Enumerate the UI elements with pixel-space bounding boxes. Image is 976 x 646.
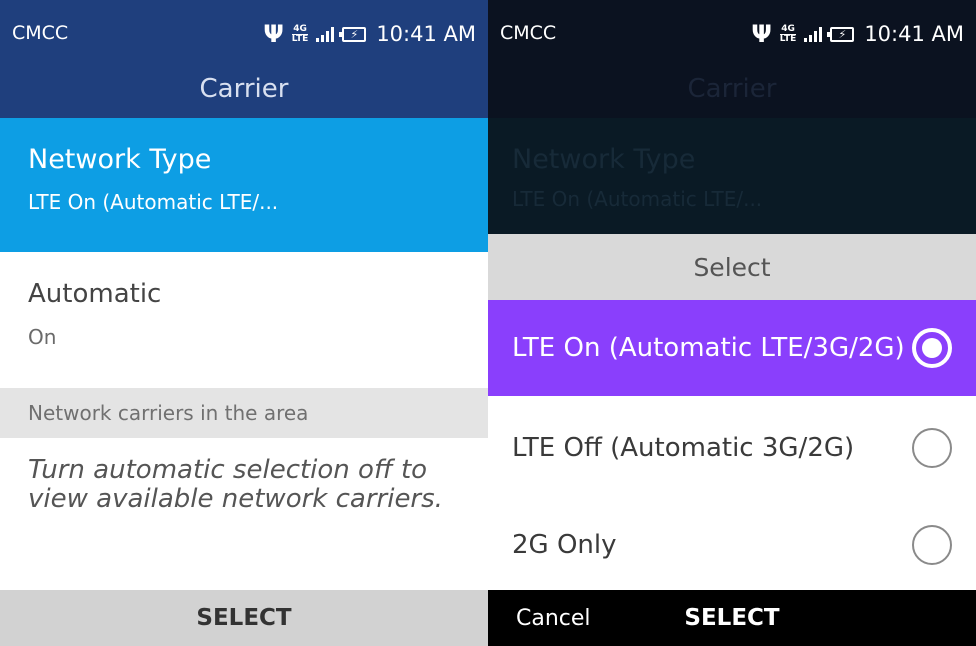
- status-carrier-name: CMCC: [12, 22, 69, 44]
- network-type-item[interactable]: Network Type LTE On (Automatic LTE/...: [0, 118, 488, 252]
- battery-charging-icon: ⚡: [827, 26, 855, 42]
- network-type-value: LTE On (Automatic LTE/...: [512, 187, 763, 211]
- signal-icon: [804, 26, 823, 42]
- status-time: 10:41 AM: [376, 22, 476, 46]
- automatic-selection-item[interactable]: Automatic On: [0, 252, 488, 388]
- status-bar: CMCC Ψ 4G LTE ⚡ 10:41 AM: [488, 0, 976, 72]
- automatic-value: On: [28, 325, 57, 349]
- usb-icon: Ψ: [751, 20, 772, 48]
- radio-unselected-icon[interactable]: [912, 428, 952, 468]
- page-title: Carrier: [687, 74, 777, 104]
- network-type-title: Network Type: [28, 144, 212, 175]
- select-softkey[interactable]: SELECT: [0, 590, 488, 646]
- option-label: LTE Off (Automatic 3G/2G): [512, 433, 855, 463]
- network-type-options: LTE On (Automatic LTE/3G/2G) LTE Off (Au…: [488, 300, 976, 590]
- radio-selected-icon[interactable]: [912, 328, 952, 368]
- page-title: Carrier: [199, 74, 289, 104]
- automatic-title: Automatic: [28, 279, 162, 309]
- status-icons: Ψ 4G LTE ⚡ 10:41 AM: [751, 18, 964, 50]
- dialog-title: Select: [488, 234, 976, 300]
- page-header-dimmed: Carrier: [488, 72, 976, 118]
- network-type-item-dimmed: Network Type LTE On (Automatic LTE/...: [488, 118, 976, 234]
- carrier-settings-screen: CMCC Ψ 4G LTE ⚡ 10:41 AM Carrier Network…: [0, 0, 488, 646]
- option-lte-on[interactable]: LTE On (Automatic LTE/3G/2G): [488, 300, 976, 396]
- network-type-dialog-screen: CMCC Ψ 4G LTE ⚡ 10:41 AM Carrier Network…: [488, 0, 976, 646]
- usb-icon: Ψ: [263, 20, 284, 48]
- page-header: Carrier: [0, 72, 488, 118]
- lte-4g-icon: 4G LTE: [291, 23, 309, 44]
- status-time: 10:41 AM: [864, 22, 964, 46]
- status-carrier-name: CMCC: [500, 22, 557, 44]
- option-lte-off[interactable]: LTE Off (Automatic 3G/2G): [488, 396, 976, 500]
- option-2g-only[interactable]: 2G Only: [488, 500, 976, 590]
- cancel-softkey[interactable]: Cancel: [516, 590, 591, 646]
- network-type-value: LTE On (Automatic LTE/...: [28, 190, 279, 214]
- signal-icon: [316, 26, 335, 42]
- section-header-carriers: Network carriers in the area: [0, 388, 488, 438]
- option-label: 2G Only: [512, 530, 617, 560]
- network-type-title: Network Type: [512, 144, 696, 175]
- softkey-bar: SELECT: [0, 590, 488, 646]
- carriers-info-text: Turn automatic selection off to view ava…: [28, 455, 443, 514]
- battery-charging-icon: ⚡: [339, 26, 367, 42]
- softkey-bar: SELECT Cancel: [488, 590, 976, 646]
- status-bar: CMCC Ψ 4G LTE ⚡ 10:41 AM: [0, 0, 488, 72]
- status-icons: Ψ 4G LTE ⚡ 10:41 AM: [263, 18, 476, 50]
- radio-unselected-icon[interactable]: [912, 525, 952, 565]
- lte-4g-icon: 4G LTE: [779, 23, 797, 44]
- option-label: LTE On (Automatic LTE/3G/2G): [512, 333, 905, 363]
